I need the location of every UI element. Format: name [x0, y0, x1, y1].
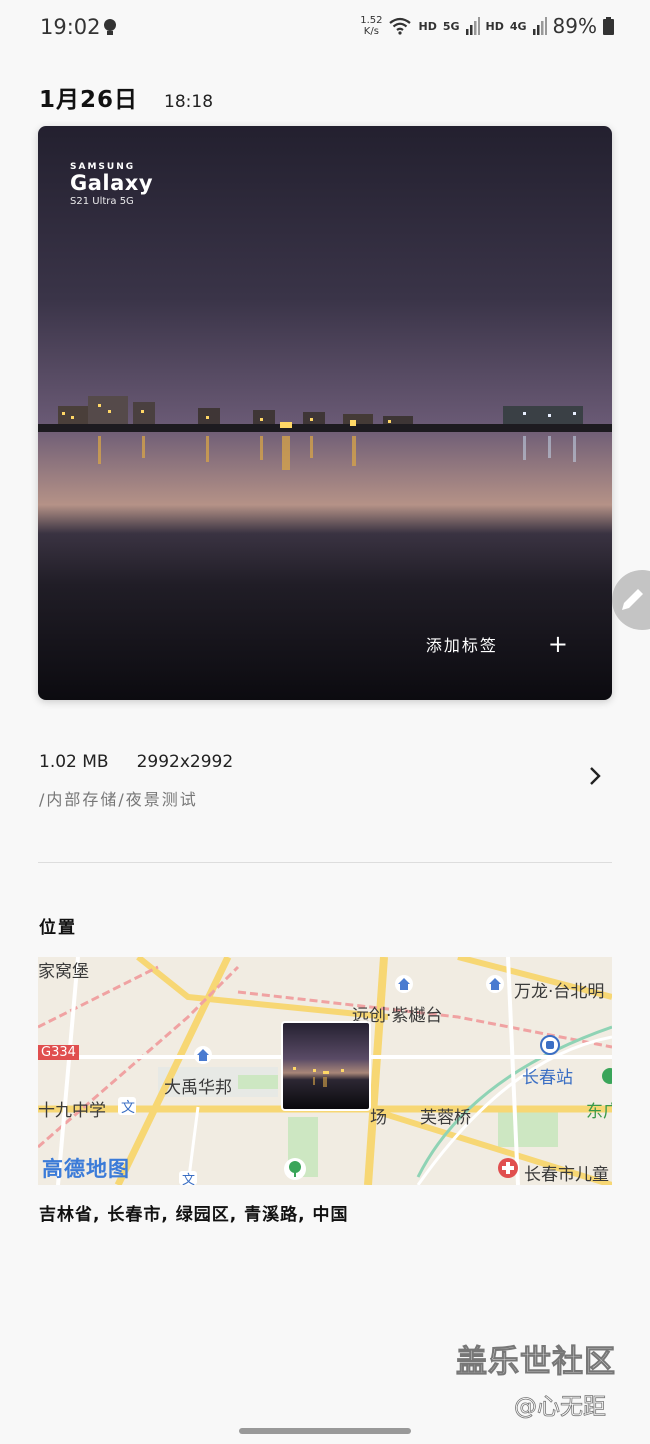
- battery-icon: [603, 17, 614, 35]
- watermark-model: Galaxy: [70, 171, 154, 195]
- status-indicators: 1.52 K/s HD 5G HD 4G 89%: [360, 14, 614, 38]
- location-heading: 位置: [39, 918, 77, 938]
- plus-icon: +: [547, 630, 568, 658]
- residential-icon: [395, 975, 413, 993]
- location-address: 吉林省, 长春市, 绿园区, 青溪路, 中国: [39, 1205, 349, 1225]
- residential-icon: [486, 975, 504, 993]
- edit-button[interactable]: [612, 570, 650, 630]
- home-indicator[interactable]: [239, 1428, 411, 1434]
- map-label: 场: [370, 1108, 387, 1128]
- wifi-icon: [389, 17, 412, 35]
- file-size: 1.02 MB: [39, 752, 109, 772]
- pencil-icon: [622, 589, 643, 610]
- map-label: 长春市儿童: [524, 1165, 609, 1185]
- map-label: 大禹华邦: [164, 1078, 232, 1098]
- status-bar: 19:02 1.52 K/s HD 5G HD 4G 89%: [0, 0, 650, 56]
- photo-location-marker[interactable]: [281, 1021, 371, 1111]
- photo-time: 18:18: [164, 92, 214, 112]
- date-header: 1月26日 18:18: [39, 80, 213, 114]
- file-path: /内部存储/夜景测试: [39, 790, 198, 809]
- network-speed-unit: K/s: [363, 26, 379, 37]
- thumbnail-skyline-image: [293, 1067, 344, 1087]
- hd-badge: HD: [485, 19, 504, 33]
- map-label: 芙蓉桥: [420, 1108, 471, 1128]
- train-station-icon: [540, 1035, 560, 1055]
- signal-icon: [465, 17, 480, 35]
- lightbulb-icon: [104, 19, 116, 35]
- chevron-right-icon: [590, 767, 601, 785]
- map-label: 万龙·台北明: [514, 982, 605, 1002]
- network-type-label: 5G: [442, 19, 460, 33]
- residential-icon: [194, 1046, 212, 1064]
- author-watermark: @心无距: [514, 1394, 607, 1421]
- community-watermark: 盖乐世社区: [456, 1344, 616, 1381]
- svg-text:文: 文: [182, 1173, 195, 1185]
- map-label: 东广: [586, 1102, 612, 1122]
- map-label: 长春站: [522, 1068, 573, 1088]
- file-resolution: 2992x2992: [136, 752, 234, 772]
- park-icon: [602, 1068, 612, 1084]
- battery-level: 89%: [552, 14, 597, 38]
- watermark-sub: S21 Ultra 5G: [70, 196, 134, 207]
- map-label: 家窝堡: [38, 962, 89, 982]
- photo-date: 1月26日: [39, 87, 139, 113]
- road-number-badge: G334: [38, 1045, 79, 1060]
- divider: [38, 862, 612, 863]
- map-label: 十九中学: [38, 1101, 106, 1121]
- city-skyline-image: [38, 396, 612, 470]
- network-speed-value: 1.52: [360, 15, 383, 26]
- add-tag-label: 添加标签: [425, 636, 498, 655]
- hospital-icon: [498, 1158, 518, 1178]
- signal-icon: [532, 17, 547, 35]
- school-icon: 文: [179, 1171, 197, 1185]
- location-map[interactable]: 家窝堡 远创·紫樾台 万龙·台北明 大禹华邦 长春站 十九中学 芙蓉桥 东广 长…: [38, 957, 612, 1185]
- network-speed: 1.52 K/s: [360, 15, 382, 37]
- add-tag-button[interactable]: 添加标签 +: [426, 632, 568, 656]
- status-time: 19:02: [40, 15, 101, 39]
- map-provider-logo: 高德地图: [42, 1157, 130, 1181]
- hd-badge: HD: [418, 19, 437, 33]
- camera-watermark: SAMSUNG Galaxy S21 Ultra 5G: [70, 162, 153, 207]
- svg-text:文: 文: [121, 1100, 135, 1115]
- photo-preview[interactable]: SAMSUNG Galaxy S21 Ultra 5G 添加标签 +: [38, 126, 612, 700]
- file-meta: 1.02 MB 2992x2992: [39, 752, 613, 772]
- network-type-label: 4G: [509, 19, 527, 33]
- school-icon: 文: [118, 1097, 136, 1115]
- file-details-row[interactable]: 1.02 MB 2992x2992 /内部存储/夜景测试: [39, 752, 613, 822]
- park-icon: [284, 1158, 306, 1180]
